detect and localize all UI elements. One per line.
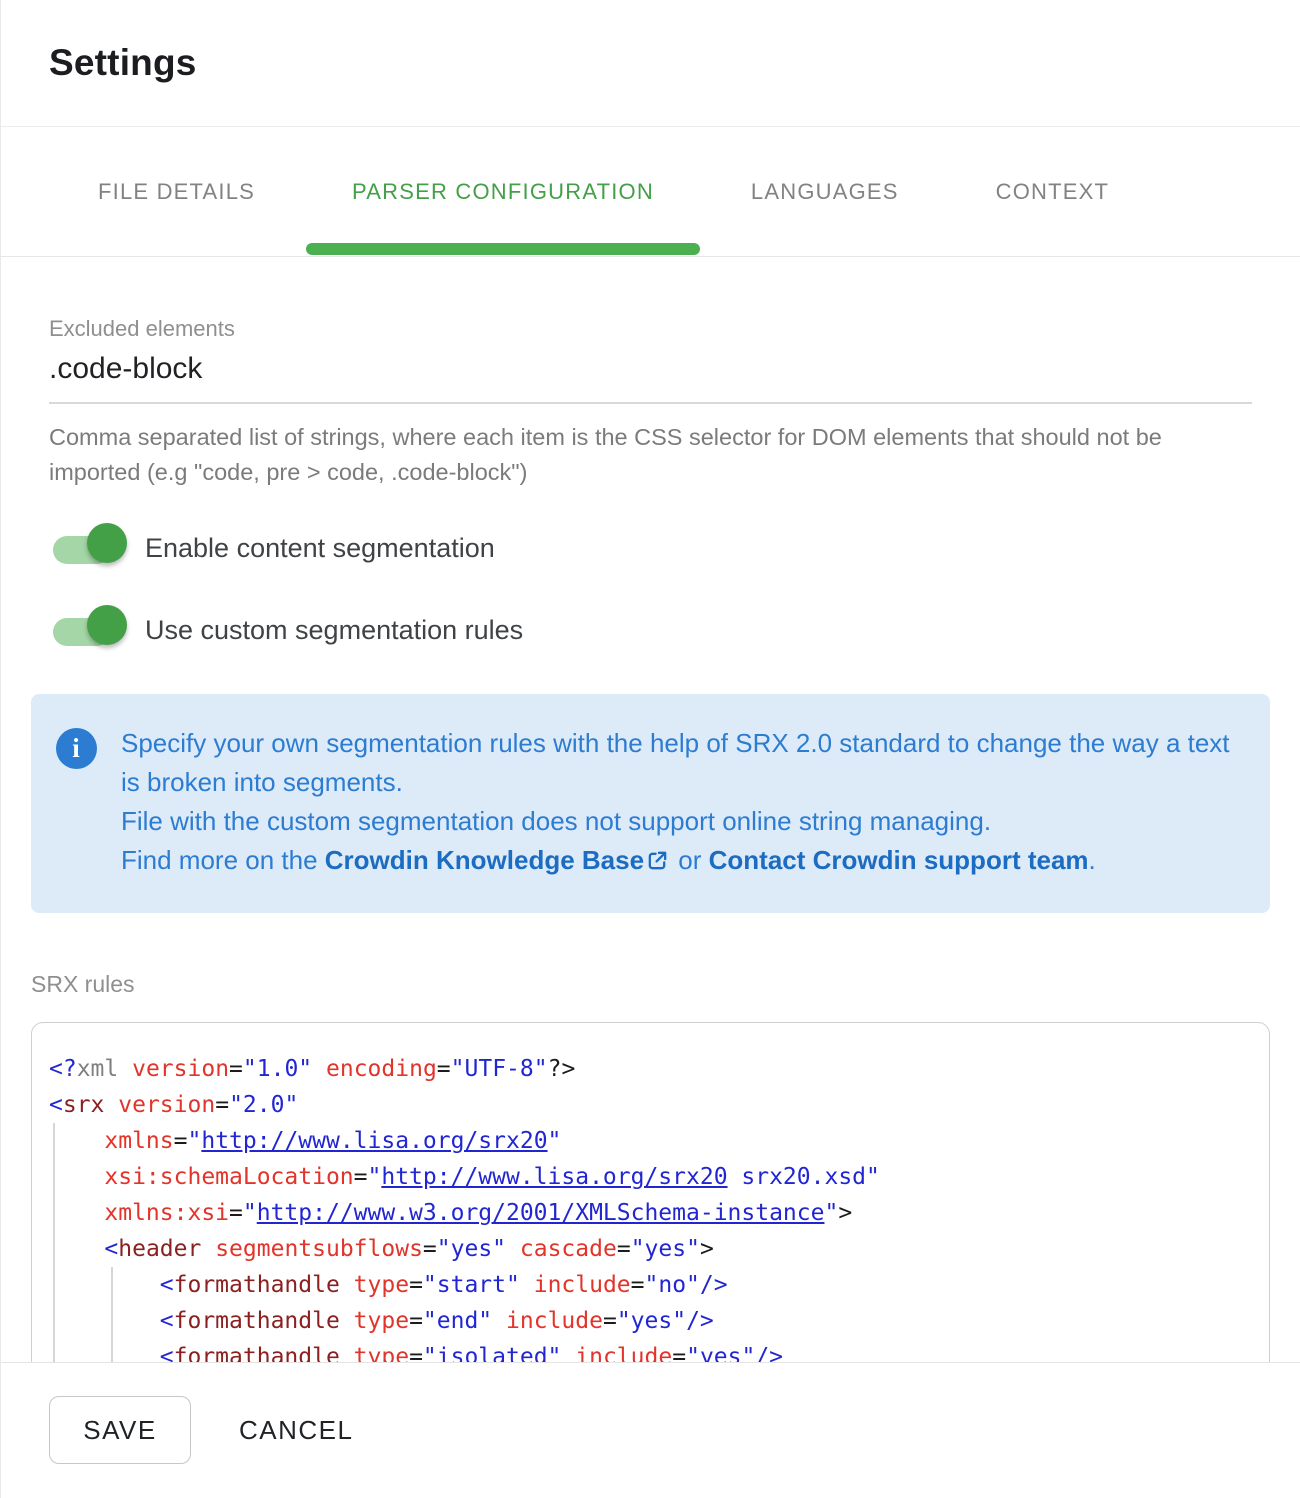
- info-line-3: Find more on the Crowdin Knowledge Base …: [121, 841, 1240, 883]
- save-button[interactable]: SAVE: [49, 1396, 191, 1464]
- code-line: <formathandle type="isolated" include="y…: [49, 1339, 1249, 1362]
- external-link-icon: [646, 844, 669, 883]
- code-line: <formathandle type="end" include="yes"/>: [49, 1303, 1249, 1339]
- srx-rules-editor[interactable]: <?xml version="1.0" encoding="UTF-8"?><s…: [31, 1022, 1270, 1362]
- srx-rules-clip: <?xml version="1.0" encoding="UTF-8"?><s…: [31, 1022, 1270, 1362]
- switch-thumb: [87, 605, 127, 645]
- indent-guide: [111, 1267, 113, 1362]
- cancel-button[interactable]: CANCEL: [223, 1396, 369, 1464]
- info-line-1: Specify your own segmentation rules with…: [121, 724, 1240, 802]
- code-line: <srx version="2.0": [49, 1087, 1249, 1123]
- excluded-elements-input[interactable]: .code-block: [49, 352, 1252, 386]
- tab-context[interactable]: CONTEXT: [996, 127, 1110, 256]
- code-line: xsi:schemaLocation="http://www.lisa.org/…: [49, 1159, 1249, 1195]
- code-line: <header segmentsubflows="yes" cascade="y…: [49, 1231, 1249, 1267]
- toggle-label: Use custom segmentation rules: [145, 615, 523, 646]
- contact-support-link[interactable]: Contact Crowdin support team: [709, 845, 1089, 875]
- enable-content-segmentation-switch[interactable]: [49, 520, 127, 576]
- tab-parser-configuration[interactable]: PARSER CONFIGURATION: [352, 127, 654, 256]
- info-banner: i Specify your own segmentation rules wi…: [31, 694, 1270, 913]
- excluded-elements-help: Comma separated list of strings, where e…: [49, 420, 1252, 490]
- knowledge-base-link[interactable]: Crowdin Knowledge Base: [325, 845, 644, 875]
- indent-guide: [53, 1123, 55, 1362]
- use-custom-segmentation-rules-toggle-row[interactable]: Use custom segmentation rules: [49, 602, 1270, 658]
- tab-bar: FILE DETAILS PARSER CONFIGURATION LANGUA…: [1, 127, 1300, 257]
- segmentation-toggles: Enable content segmentation Use custom s…: [49, 520, 1270, 658]
- excluded-elements-field[interactable]: Excluded elements .code-block: [49, 316, 1252, 404]
- info-banner-text: Specify your own segmentation rules with…: [121, 724, 1240, 883]
- dialog-footer: SAVE CANCEL: [1, 1362, 1300, 1498]
- srx-rules-label: SRX rules: [31, 971, 1270, 998]
- parser-configuration-panel: Excluded elements .code-block Comma sepa…: [1, 257, 1300, 1362]
- tab-languages[interactable]: LANGUAGES: [751, 127, 899, 256]
- dialog-header: Settings: [1, 0, 1300, 127]
- settings-dialog: Settings FILE DETAILS PARSER CONFIGURATI…: [0, 0, 1300, 1498]
- enable-content-segmentation-toggle-row[interactable]: Enable content segmentation: [49, 520, 1270, 576]
- code-line: xmlns:xsi="http://www.w3.org/2001/XMLSch…: [49, 1195, 1249, 1231]
- code-line: <formathandle type="start" include="no"/…: [49, 1267, 1249, 1303]
- code-line: xmlns="http://www.lisa.org/srx20": [49, 1123, 1249, 1159]
- page-title: Settings: [49, 42, 197, 84]
- toggle-label: Enable content segmentation: [145, 533, 495, 564]
- tab-file-details[interactable]: FILE DETAILS: [98, 127, 255, 256]
- use-custom-segmentation-rules-switch[interactable]: [49, 602, 127, 658]
- info-icon: i: [56, 728, 97, 769]
- code-line: <?xml version="1.0" encoding="UTF-8"?>: [49, 1051, 1249, 1087]
- switch-thumb: [87, 523, 127, 563]
- info-line-2: File with the custom segmentation does n…: [121, 802, 1240, 841]
- excluded-elements-label: Excluded elements: [49, 316, 1252, 342]
